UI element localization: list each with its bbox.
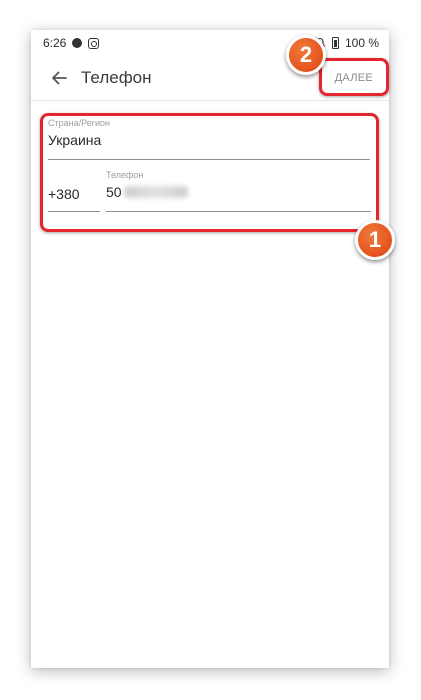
circle-icon bbox=[72, 38, 83, 48]
form-highlight-frame bbox=[40, 113, 379, 232]
battery-percent: 100 % bbox=[344, 36, 379, 50]
status-time: 6:26 bbox=[43, 36, 67, 50]
status-bar: 6:26 100 % bbox=[31, 30, 389, 56]
back-button[interactable] bbox=[39, 58, 79, 98]
status-bar-left: 6:26 bbox=[43, 36, 105, 50]
screenshot-stage: 6:26 100 % Телефон ДАЛЕЕ Страна/Регион У… bbox=[0, 0, 421, 700]
step-badge-1: 1 bbox=[355, 220, 395, 260]
app-bar-divider bbox=[31, 100, 389, 101]
next-button-highlight-frame bbox=[319, 58, 389, 96]
app-icon bbox=[88, 37, 100, 49]
arrow-left-icon bbox=[52, 71, 67, 85]
page-title: Телефон bbox=[81, 68, 152, 87]
battery-icon bbox=[331, 37, 339, 49]
step-badge-2: 2 bbox=[286, 35, 326, 75]
